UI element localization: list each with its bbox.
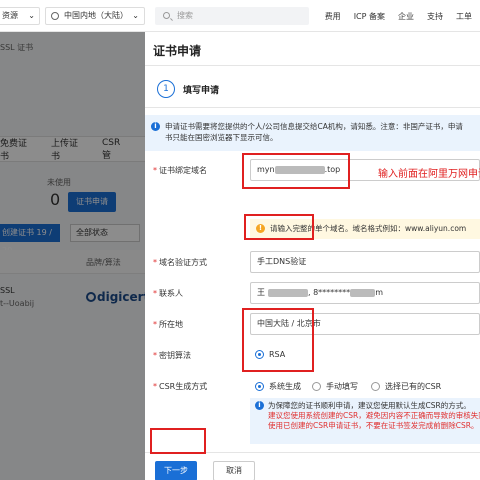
chevron-down-icon: ⌄ (132, 11, 139, 20)
csr-existing-label: 选择已有的CSR (385, 382, 442, 391)
step-label: 填写申请 (183, 86, 220, 96)
domain-label: * 证书绑定域名 (153, 166, 207, 175)
radio-dot (371, 382, 380, 391)
annotation-box-next (150, 428, 206, 454)
csr-note-line-2: 建议您使用系统创建的CSR，避免因内容不正确而导致的审核失败 (268, 411, 480, 420)
annotation-box-algo-csr (242, 308, 314, 372)
search-input[interactable]: 搜索 (155, 7, 309, 25)
csr-existing-radio[interactable]: 选择已有的CSR (371, 381, 441, 392)
location-label: * 所在地 (153, 320, 183, 329)
cancel-button[interactable]: 取消 (213, 461, 255, 480)
notice-line-1: 申请证书需要将您提供的个人/公司信息提交给CA机构，请知悉。注意：非国产证书，申… (165, 122, 463, 131)
resource-dropdown[interactable]: 资源 ⌄ (0, 7, 40, 25)
contact-label: * 联系人 (153, 289, 183, 298)
info-icon: i (255, 401, 264, 410)
modal-overlay[interactable] (0, 32, 145, 480)
annotation-box-verify (244, 214, 314, 240)
blurred-text (350, 288, 376, 297)
cert-apply-drawer: 证书申请 1 填写申请 i 申请证书需要将您提供的个人/公司信息提交给CA机构，… (145, 32, 480, 480)
link-enterprise[interactable]: 企业 (398, 11, 414, 22)
notice-line-2: 书只能在国密浏览器下显示可信。 (165, 133, 278, 142)
top-links: 费用 ICP 备案 企业 支持 工单 (325, 0, 480, 32)
csr-note-line-3: 使用已创建的CSR申请证书，不要在证书签发完成前删除CSR。 (268, 421, 479, 430)
divider (145, 65, 480, 66)
csr-note: i 为保障您的证书顺利申请，建议您使用默认生成CSR的方式。 建议您使用系统创建… (250, 398, 480, 444)
radio-dot (312, 382, 321, 391)
region-label: 中国内地（大陆） (64, 11, 128, 20)
next-button[interactable]: 下一步 (155, 461, 197, 480)
link-icp[interactable]: ICP 备案 (354, 11, 385, 22)
chevron-down-icon: ⌄ (28, 11, 35, 20)
info-icon: i (151, 122, 160, 131)
algo-label: * 密钥算法 (153, 351, 191, 360)
contact-prefix: 王 (257, 288, 265, 297)
globe-icon (51, 12, 59, 20)
divider (145, 107, 480, 108)
verify-value: 手工DNS验证 (257, 257, 307, 266)
region-selector[interactable]: 中国内地（大陆） ⌄ (45, 7, 145, 25)
search-icon (163, 12, 170, 19)
blurred-text (268, 288, 308, 297)
csr-system-radio[interactable]: 系统生成 (255, 381, 301, 392)
annotation-text: 输入前面在阿里万网申请 (378, 169, 480, 180)
info-notice: i 申请证书需要将您提供的个人/公司信息提交给CA机构，请知悉。注意：非国产证书… (145, 115, 480, 151)
resource-label: 资源 (2, 11, 18, 20)
drawer-footer: 下一步 取消 (145, 452, 480, 480)
csr-note-line-1: 为保障您的证书顺利申请，建议您使用默认生成CSR的方式。 (268, 401, 471, 410)
link-billing[interactable]: 费用 (325, 11, 341, 22)
search-placeholder: 搜索 (177, 11, 193, 20)
csr-manual-radio[interactable]: 手动填写 (312, 381, 358, 392)
step-number: 1 (157, 80, 175, 98)
verify-label: * 域名验证方式 (153, 258, 207, 267)
drawer-title: 证书申请 (153, 44, 202, 58)
top-navigation-bar: 资源 ⌄ 中国内地（大陆） ⌄ 搜索 费用 ICP 备案 企业 支持 工单 (0, 0, 480, 32)
verify-method-select[interactable]: 手工DNS验证 (250, 251, 480, 273)
radio-dot (255, 382, 264, 391)
contact-mid: , 8******** (308, 288, 351, 297)
link-support[interactable]: 支持 (427, 11, 443, 22)
contact-select[interactable]: 王 , 8******** m (250, 282, 480, 304)
contact-suffix: m (375, 288, 383, 297)
link-ticket[interactable]: 工单 (456, 11, 472, 22)
csr-system-label: 系统生成 (269, 382, 301, 391)
csr-label: * CSR生成方式 (153, 382, 208, 391)
csr-manual-label: 手动填写 (326, 382, 358, 391)
annotation-box-domain (242, 153, 350, 189)
